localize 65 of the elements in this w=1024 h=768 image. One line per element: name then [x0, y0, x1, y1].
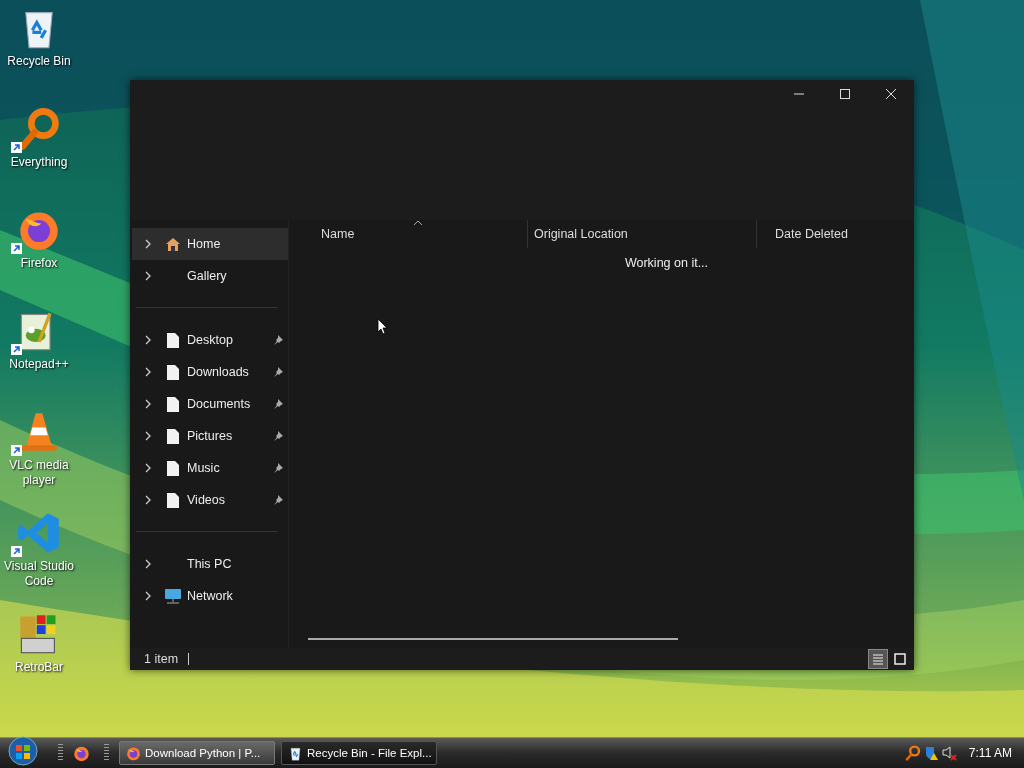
house-icon [165, 236, 181, 252]
list-lines-icon [872, 653, 884, 665]
pin-icon [273, 367, 283, 377]
chevron-icon[interactable] [144, 271, 152, 281]
nav-item[interactable]: This PC [132, 548, 288, 580]
document-icon [167, 364, 179, 380]
document-icon [167, 332, 179, 348]
nav-item[interactable]: Downloads [132, 356, 288, 388]
chevron-icon[interactable] [144, 239, 152, 249]
fox-globe-icon [73, 744, 90, 762]
document-icon [167, 460, 179, 476]
nav-item[interactable]: Gallery [132, 260, 288, 292]
speaker-muted-icon[interactable] [940, 745, 957, 761]
nav-item[interactable]: Network [132, 580, 288, 612]
nav-item[interactable]: Documents [132, 388, 288, 420]
square-icon [894, 653, 906, 665]
chevron-icon[interactable] [144, 495, 152, 505]
chevron-icon[interactable] [144, 559, 152, 569]
network-icon [164, 588, 182, 604]
chevron-icon[interactable] [144, 463, 152, 473]
shortcut-arrow-icon [11, 142, 22, 153]
loading-message: Working on it... [624, 256, 709, 270]
desktop-icon-label[interactable]: Notepad++ [9, 357, 69, 372]
code-editor-icon [17, 511, 61, 555]
sort-caret-icon [413, 220, 423, 226]
fox-globe-icon [126, 745, 141, 761]
mouse-cursor-icon [377, 318, 388, 335]
desktop-icon-label[interactable]: Recycle Bin [7, 54, 71, 69]
scrollbar-thumb[interactable] [308, 638, 678, 640]
column-header[interactable]: Date Deleted [756, 220, 914, 248]
nav-item[interactable]: Pictures [132, 420, 288, 452]
chevron-icon[interactable] [144, 335, 152, 345]
document-icon [167, 492, 179, 508]
chevron-icon[interactable] [144, 591, 152, 601]
taskbar-button[interactable]: Download Python | P... [119, 741, 275, 765]
desktop-icon-label[interactable]: Everything [10, 155, 68, 170]
chevron-icon[interactable] [144, 431, 152, 441]
pin-icon [273, 399, 283, 409]
close-icon [885, 88, 897, 100]
taskbar-button[interactable]: Recycle Bin - File Expl... [281, 741, 437, 765]
pin-icon [273, 335, 283, 345]
chevron-icon[interactable] [144, 367, 152, 377]
pin-icon [273, 431, 283, 441]
chevron-icon[interactable] [144, 399, 152, 409]
magnifier-icon [904, 745, 921, 761]
maximize-icon [839, 88, 851, 100]
column-header[interactable]: Name [303, 220, 527, 248]
nav-item[interactable]: Desktop [132, 324, 288, 356]
shortcut-arrow-icon [11, 243, 22, 254]
item-count: 1 item [144, 652, 179, 666]
nav-item[interactable]: Music [132, 452, 288, 484]
shortcut-arrow-icon [11, 546, 22, 557]
nav-item[interactable]: Videos [132, 484, 288, 516]
document-icon [167, 396, 179, 412]
recycle-bin-icon [288, 745, 303, 761]
nav-item[interactable]: Home [132, 228, 288, 260]
column-header[interactable]: Original Location [527, 220, 756, 248]
pin-icon [273, 495, 283, 505]
windows-orb-icon [8, 736, 38, 766]
shortcut-arrow-icon [11, 445, 22, 456]
shortcut-arrow-icon [11, 344, 22, 355]
divider-bar [188, 653, 190, 665]
clock[interactable]: 7:11 AM [968, 746, 1012, 760]
document-icon [167, 428, 179, 444]
pin-icon [273, 463, 283, 473]
